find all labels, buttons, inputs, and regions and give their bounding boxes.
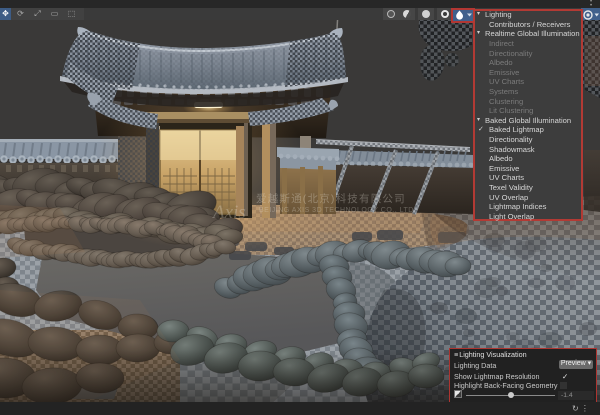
svg-text:BEIJING AXIS 3D TECHNOLOGY CO.: BEIJING AXIS 3D TECHNOLOGY CO., LTD. (259, 207, 416, 214)
svg-text:Axis: Axis (211, 202, 246, 223)
svg-text:爱越斯通(北京)科技有限公司: 爱越斯通(北京)科技有限公司 (256, 192, 406, 205)
